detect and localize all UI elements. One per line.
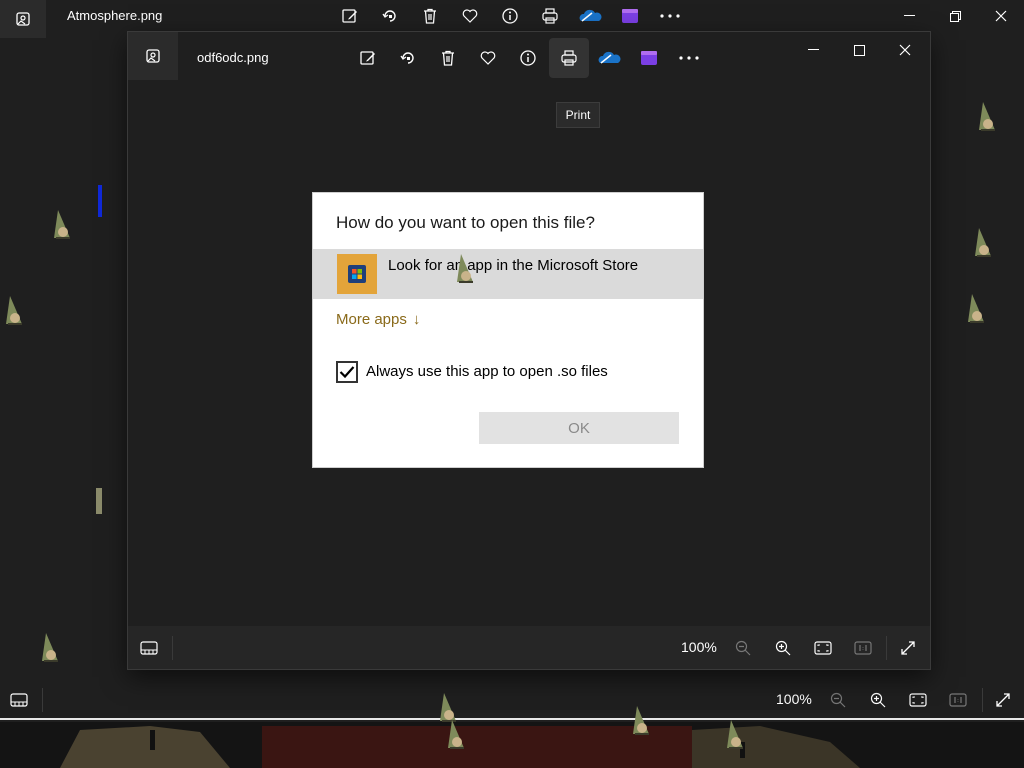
zoom-level: 100%: [776, 691, 812, 707]
divider: [982, 688, 983, 712]
zoom-out-icon[interactable]: [727, 632, 759, 664]
favorite-icon[interactable]: [454, 0, 486, 32]
window-title: odf6odc.png: [197, 50, 269, 65]
divider: [42, 688, 43, 712]
info-icon[interactable]: [512, 42, 544, 74]
onedrive-icon[interactable]: [593, 42, 625, 74]
full-screen-icon[interactable]: [987, 684, 1019, 716]
info-icon[interactable]: [494, 0, 526, 32]
video-editor-icon[interactable]: [614, 0, 646, 32]
delete-icon[interactable]: [414, 0, 446, 32]
edit-icon[interactable]: [334, 0, 366, 32]
filmstrip-icon[interactable]: [3, 684, 35, 716]
maximize-button[interactable]: [836, 34, 882, 66]
onedrive-icon[interactable]: [574, 0, 606, 32]
zoom-level: 100%: [681, 639, 717, 655]
zoom-in-icon[interactable]: [767, 632, 799, 664]
print-icon[interactable]: [553, 42, 585, 74]
fit-to-window-icon[interactable]: [902, 684, 934, 716]
divider: [886, 636, 887, 660]
window-title: Atmosphere.png: [67, 8, 163, 23]
minimize-button[interactable]: [790, 34, 836, 66]
gnome-cursor-icon: [633, 706, 649, 735]
outer-titlebar: Atmosphere.png: [0, 0, 1024, 38]
always-use-label: Always use this app to open .so files: [366, 363, 608, 380]
video-editor-icon[interactable]: [633, 42, 665, 74]
more-apps-link[interactable]: More apps ↓: [336, 311, 420, 328]
rotate-icon[interactable]: [392, 42, 424, 74]
gnome-cursor-icon: [96, 488, 102, 514]
full-screen-icon[interactable]: [892, 632, 924, 664]
more-icon[interactable]: [654, 0, 686, 32]
gnome-cursor-icon: [440, 693, 456, 722]
fit-to-window-icon[interactable]: [807, 632, 839, 664]
gnome-cursor-icon: [54, 210, 70, 239]
close-button[interactable]: [978, 0, 1024, 32]
divider: [172, 636, 173, 660]
gnome-cursor-icon: [727, 720, 743, 749]
filmstrip-icon[interactable]: [133, 632, 165, 664]
gnome-cursor-icon: [975, 228, 991, 257]
more-icon[interactable]: [673, 42, 705, 74]
outer-bottom-bar: 100%: [0, 680, 1024, 720]
photos-app-icon: [0, 0, 46, 38]
more-apps-label: More apps: [336, 311, 407, 328]
ok-button[interactable]: OK: [479, 412, 679, 444]
dialog-title: How do you want to open this file?: [336, 213, 595, 232]
gnome-cursor-icon: [979, 102, 995, 131]
gnome-cursor-icon: [42, 633, 58, 662]
delete-icon[interactable]: [432, 42, 464, 74]
always-use-checkbox[interactable]: [336, 361, 358, 383]
gnome-cursor-icon: [457, 254, 473, 283]
actual-size-icon[interactable]: [847, 632, 879, 664]
favorite-icon[interactable]: [472, 42, 504, 74]
gnome-cursor-icon: [6, 296, 22, 325]
photo-canvas: [0, 722, 1024, 768]
open-with-dialog: How do you want to open this file? Look …: [312, 192, 704, 468]
edit-icon[interactable]: [352, 42, 384, 74]
gnome-cursor-icon: [968, 294, 984, 323]
restore-button[interactable]: [932, 0, 978, 32]
inner-bottom-bar: 100%: [128, 626, 930, 669]
blue-artifact: [98, 185, 102, 217]
microsoft-store-icon: [337, 254, 377, 294]
store-option[interactable]: Look for an app in the Microsoft Store: [313, 249, 703, 299]
rotate-icon[interactable]: [374, 0, 406, 32]
zoom-out-icon[interactable]: [822, 684, 854, 716]
zoom-in-icon[interactable]: [862, 684, 894, 716]
close-button[interactable]: [882, 34, 928, 66]
minimize-button[interactable]: [886, 0, 932, 32]
actual-size-icon[interactable]: [942, 684, 974, 716]
arrow-down-icon: ↓: [412, 311, 421, 328]
gnome-cursor-icon: [448, 720, 464, 749]
print-tooltip: Print: [556, 102, 600, 128]
photos-app-icon: [128, 32, 178, 80]
print-icon[interactable]: [534, 0, 566, 32]
store-option-label: Look for an app in the Microsoft Store: [388, 257, 639, 274]
